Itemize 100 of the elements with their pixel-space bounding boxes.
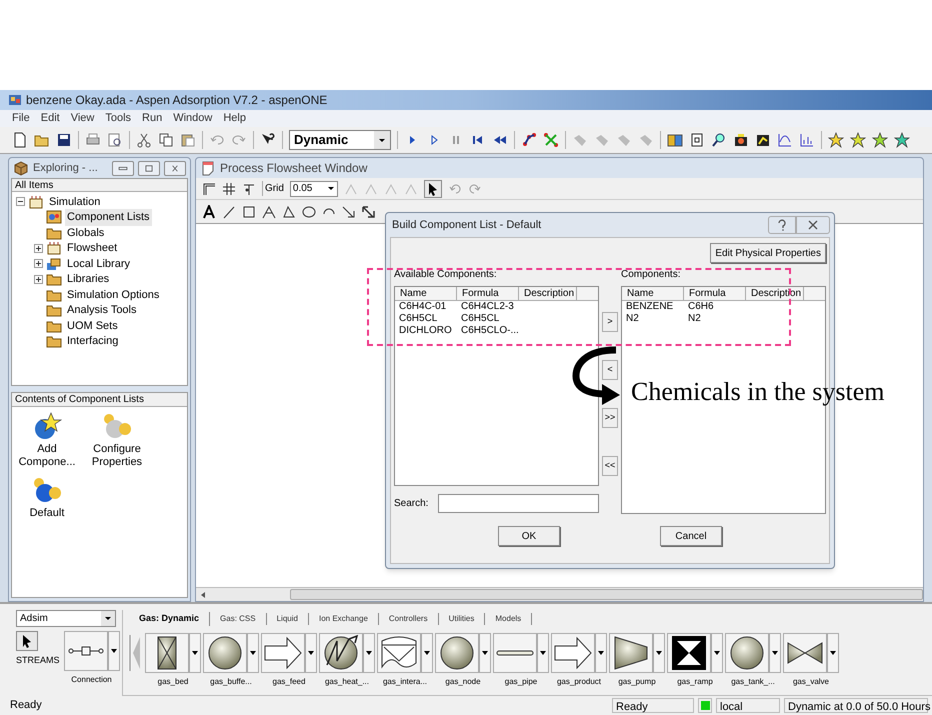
- dropdown-button[interactable]: [827, 633, 839, 673]
- corner-icon[interactable]: [202, 182, 216, 196]
- save-icon[interactable]: [56, 132, 72, 148]
- polyline-tool-icon[interactable]: [262, 204, 276, 218]
- tree-item[interactable]: Local Library: [65, 256, 132, 272]
- close-button[interactable]: [796, 216, 830, 234]
- palette-tab[interactable]: Models: [485, 613, 532, 625]
- dropdown-button[interactable]: [108, 631, 120, 671]
- ellipse-tool-icon[interactable]: [302, 204, 316, 218]
- menu-item[interactable]: File: [12, 110, 30, 127]
- content-item[interactable]: Default: [13, 507, 81, 520]
- plot-icon[interactable]: [799, 132, 815, 148]
- menu-item[interactable]: View: [70, 110, 94, 127]
- book-icon[interactable]: [667, 132, 683, 148]
- connection-button[interactable]: [64, 631, 108, 671]
- expand-button[interactable]: [34, 274, 43, 284]
- dropdown-button[interactable]: [595, 633, 607, 673]
- menu-item[interactable]: Edit: [40, 110, 60, 127]
- dropdown-button[interactable]: [189, 633, 201, 673]
- menu-item[interactable]: Run: [142, 110, 162, 127]
- tree-item[interactable]: Analysis Tools: [65, 302, 138, 318]
- line-tool-icon[interactable]: [222, 204, 236, 218]
- tree-item[interactable]: Interfacing: [65, 333, 120, 350]
- palette-tab[interactable]: Ion Exchange: [308, 613, 379, 625]
- tree-item[interactable]: Component Lists: [65, 209, 152, 226]
- network-icon[interactable]: [543, 132, 559, 148]
- dropdown-button[interactable]: [247, 633, 259, 673]
- run-mode-dropdown[interactable]: Dynamic: [289, 130, 391, 150]
- model-button[interactable]: [435, 633, 479, 673]
- model-button[interactable]: [493, 633, 537, 673]
- dropdown-button[interactable]: [479, 633, 491, 673]
- move-button[interactable]: >: [602, 312, 618, 332]
- palette-tab[interactable]: Controllers: [378, 613, 439, 625]
- minimize-button[interactable]: [112, 160, 134, 176]
- search-field[interactable]: [438, 494, 599, 513]
- dropdown-button[interactable]: [363, 633, 375, 673]
- move-button[interactable]: >>: [602, 408, 618, 428]
- dropdown-button[interactable]: [305, 633, 317, 673]
- model-button[interactable]: [609, 633, 653, 673]
- snap-icon[interactable]: [242, 182, 256, 196]
- palette-tab[interactable]: Utilities: [438, 613, 486, 625]
- model-button[interactable]: [203, 633, 247, 673]
- rectangle-tool-icon[interactable]: [242, 204, 256, 218]
- column-header[interactable]: Formula: [684, 287, 746, 300]
- star-icon[interactable]: [894, 132, 910, 148]
- model-button[interactable]: [261, 633, 305, 673]
- copy-icon[interactable]: [158, 132, 174, 148]
- pointer-button[interactable]: [16, 631, 38, 651]
- move-button[interactable]: <: [602, 360, 618, 380]
- horizontal-scrollbar[interactable]: [196, 587, 923, 601]
- model-button[interactable]: [319, 633, 363, 673]
- column-header[interactable]: Name: [622, 287, 684, 300]
- model-button[interactable]: [667, 633, 711, 673]
- model-button[interactable]: [377, 633, 421, 673]
- polygon-tool-icon[interactable]: [282, 204, 296, 218]
- menu-item[interactable]: Help: [223, 110, 246, 127]
- star-icon[interactable]: [872, 132, 888, 148]
- arrow-tool-icon[interactable]: [342, 204, 356, 218]
- dropdown-button[interactable]: [421, 633, 433, 673]
- menu-item[interactable]: Window: [173, 110, 212, 127]
- model-button[interactable]: [551, 633, 595, 673]
- library-dropdown[interactable]: Adsim: [16, 610, 116, 627]
- network-icon[interactable]: [521, 132, 537, 148]
- content-item[interactable]: Configure Properties: [83, 443, 151, 469]
- content-item[interactable]: Add Compone...: [13, 443, 81, 469]
- tree-item[interactable]: Flowsheet: [65, 240, 120, 256]
- palette-tab[interactable]: Liquid: [266, 613, 309, 625]
- model-button[interactable]: [783, 633, 827, 673]
- palette-tab[interactable]: Gas: Dynamic: [129, 612, 210, 626]
- collapse-button[interactable]: [16, 197, 25, 206]
- text-tool-icon[interactable]: [202, 204, 216, 218]
- document-icon[interactable]: [689, 132, 705, 148]
- magnifier-icon[interactable]: [711, 132, 727, 148]
- ok-button[interactable]: OK: [498, 526, 560, 546]
- select-button[interactable]: [424, 180, 442, 198]
- move-button[interactable]: <<: [602, 456, 618, 476]
- help-button[interactable]: [768, 216, 796, 234]
- palette-tab[interactable]: Gas: CSS: [210, 613, 267, 625]
- expand-button[interactable]: [34, 259, 43, 268]
- column-header[interactable]: Name: [395, 287, 457, 300]
- dropdown-button[interactable]: [769, 633, 781, 673]
- cut-icon[interactable]: [136, 132, 152, 148]
- expand-button[interactable]: [34, 244, 43, 253]
- paste-icon[interactable]: [180, 132, 196, 148]
- dropdown-button[interactable]: [653, 633, 665, 673]
- column-header[interactable]: Description: [519, 287, 577, 300]
- dropdown-button[interactable]: [711, 633, 723, 673]
- tree-item[interactable]: Globals: [65, 224, 106, 241]
- tree-item[interactable]: UOM Sets: [65, 318, 120, 334]
- tree-item[interactable]: Simulation: [47, 194, 102, 210]
- menu-item[interactable]: Tools: [105, 110, 132, 127]
- new-file-icon[interactable]: [12, 132, 28, 148]
- edit-properties-button[interactable]: Edit Physical Properties: [710, 243, 826, 263]
- chart-icon[interactable]: [755, 132, 771, 148]
- tree-item[interactable]: Libraries: [65, 271, 112, 288]
- star-icon[interactable]: [828, 132, 844, 148]
- column-header[interactable]: Formula: [457, 287, 519, 300]
- grid-icon[interactable]: [222, 182, 236, 196]
- star-icon[interactable]: [850, 132, 866, 148]
- cancel-button[interactable]: Cancel: [660, 526, 722, 546]
